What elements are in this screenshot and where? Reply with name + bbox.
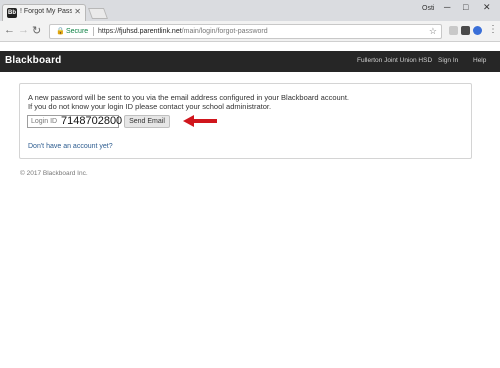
extension-icon[interactable] <box>449 26 458 35</box>
bookmark-star-icon[interactable]: ☆ <box>429 25 437 38</box>
site-header: Blackboard Fullerton Joint Union HSD Sig… <box>0 51 500 72</box>
red-arrow-icon <box>183 115 217 127</box>
login-id-field[interactable]: Login ID 7148702800 <box>27 115 122 128</box>
url-text[interactable]: https://fjuhsd.parentlink.net/main/login… <box>98 25 268 38</box>
menu-icon[interactable]: ⋮ <box>488 24 498 35</box>
browser-tabstrip: Bb ! Forgot My Password - B ✕ Osti ─ □ ✕ <box>0 0 500 21</box>
forward-icon[interactable]: → <box>18 24 29 36</box>
address-bar[interactable]: 🔒 Secure https://fjuhsd.parentlink.net/m… <box>49 24 442 39</box>
browser-toolbar: ← → ↻ 🔒 Secure https://fjuhsd.parentlink… <box>0 21 500 42</box>
reload-icon[interactable]: ↻ <box>32 24 41 37</box>
blackboard-favicon-icon: Bb <box>7 8 17 18</box>
forgot-password-panel: A new password will be sent to you via t… <box>19 83 472 159</box>
extension-icon[interactable] <box>461 26 470 35</box>
url-scheme: https:// <box>98 28 120 35</box>
district-link[interactable]: Fullerton Joint Union HSD <box>357 57 432 64</box>
copyright-footer: © 2017 Blackboard Inc. <box>20 170 88 177</box>
no-account-link[interactable]: Don't have an account yet? <box>28 143 113 150</box>
login-id-value[interactable]: 7148702800 <box>61 115 122 127</box>
secure-label: Secure <box>66 28 89 35</box>
sign-in-link[interactable]: Sign In <box>438 57 458 64</box>
back-icon[interactable]: ← <box>4 24 15 36</box>
send-email-button[interactable]: Send Email <box>124 115 170 128</box>
blackboard-logo[interactable]: Blackboard <box>5 55 61 66</box>
instruction-text: If you do not know your login ID please … <box>28 102 272 111</box>
tab-title: ! Forgot My Password - B <box>20 8 72 15</box>
extension-icon[interactable] <box>473 26 482 35</box>
window-close-icon[interactable]: ✕ <box>483 2 491 13</box>
browser-profile-label[interactable]: Osti <box>422 5 434 12</box>
login-id-label: Login ID <box>31 118 58 125</box>
url-host: fjuhsd.parentlink.net <box>119 28 182 35</box>
instruction-text: A new password will be sent to you via t… <box>28 93 350 102</box>
maximize-icon[interactable]: □ <box>463 2 468 12</box>
browser-tab[interactable]: Bb ! Forgot My Password - B ✕ <box>2 4 86 21</box>
minimize-icon[interactable]: ─ <box>444 2 450 12</box>
address-separator <box>93 27 94 36</box>
url-path: /main/login/forgot-password <box>181 28 268 35</box>
new-tab-button[interactable] <box>87 8 109 19</box>
lock-icon: 🔒 <box>56 28 65 35</box>
tab-close-icon[interactable]: ✕ <box>74 7 81 16</box>
help-link[interactable]: Help <box>473 57 486 64</box>
